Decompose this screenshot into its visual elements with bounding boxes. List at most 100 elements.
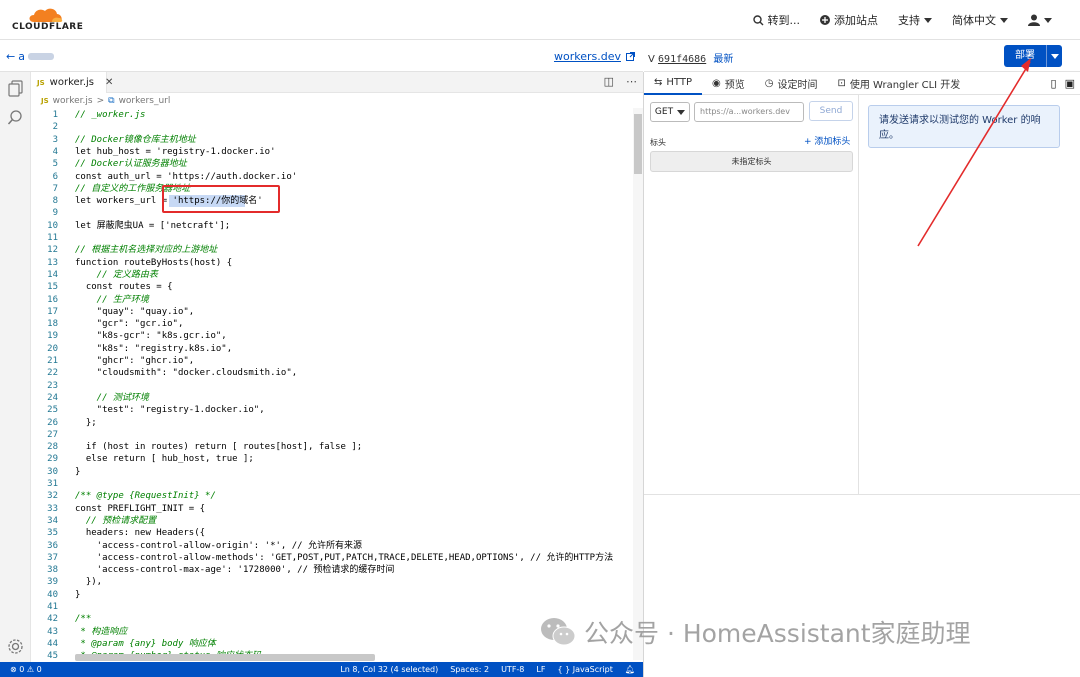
scrollbar-thumb[interactable] <box>634 114 642 174</box>
code-editor[interactable]: 1 // _worker.js 2 3 // Docker镜像仓库主机地址 4 let hu… <box>31 108 632 660</box>
code-line[interactable]: 4 let hub_host = 'registry-1.docker.io' <box>31 146 632 158</box>
deploy-options-button[interactable] <box>1046 45 1062 67</box>
code-line[interactable]: 29 else return [ hub_host, true ]; <box>31 453 632 465</box>
discord-icon[interactable]: ▣ <box>1065 77 1075 90</box>
panel-divider-horizontal[interactable] <box>644 494 1080 495</box>
code-line[interactable]: 12 // 根据主机名选择对应的上游地址 <box>31 244 632 256</box>
add-header-button[interactable]: + 添加标头 <box>804 134 850 147</box>
code-line[interactable]: 31 <box>31 478 632 490</box>
tab-worker-js[interactable]: JS worker.js ✕ <box>31 72 113 93</box>
code-line[interactable]: 19 "k8s-gcr": "k8s.gcr.io", <box>31 330 632 342</box>
book-icon[interactable]: ▯ <box>1051 77 1057 90</box>
watermark-text: 公众号 · HomeAssistant家庭助理 <box>584 619 971 648</box>
code-line[interactable]: 20 "k8s": "registry.k8s.io", <box>31 343 632 355</box>
code-line[interactable]: 3 // Docker镜像仓库主机地址 <box>31 134 632 146</box>
code-line[interactable]: 28 if (host in routes) return [ routes[h… <box>31 441 632 453</box>
code-line[interactable]: 23 <box>31 380 632 392</box>
line-number: 25 <box>47 405 58 416</box>
code-line[interactable]: 9 <box>31 207 632 219</box>
code-line[interactable]: 14 // 定义路由表 <box>31 269 632 281</box>
code-line[interactable]: 26 }; <box>31 417 632 429</box>
line-text: "gcr": "gcr.io", <box>75 319 184 330</box>
code-line[interactable]: 11 <box>31 232 632 244</box>
version-id[interactable]: 691f4686 <box>658 54 706 65</box>
language-menu[interactable]: 简体中文 <box>942 12 1018 28</box>
code-line[interactable]: 37 'access-control-allow-methods': 'GET,… <box>31 552 632 564</box>
problems-indicator[interactable]: ⊗ 0 ⚠ 0 <box>0 665 42 674</box>
code-line[interactable]: 16 // 生产环境 <box>31 294 632 306</box>
code-line[interactable]: 33 const PREFLIGHT_INIT = { <box>31 503 632 515</box>
code-line[interactable]: 34 // 预检请求配置 <box>31 515 632 527</box>
line-number: 14 <box>47 269 58 280</box>
goto-button[interactable]: 转到... <box>743 12 811 28</box>
panel-divider[interactable] <box>858 95 859 494</box>
line-number: 35 <box>47 528 58 539</box>
more-icon[interactable]: ⋯ <box>626 75 637 88</box>
code-line[interactable]: 8 let workers_url = 'https://你的域名' <box>31 195 632 208</box>
code-line[interactable]: 10 let 屏蔽爬虫UA = ['netcraft']; <box>31 220 632 232</box>
split-editor-icon[interactable]: ◫ <box>604 75 614 88</box>
line-text: // Docker镜像仓库主机地址 <box>75 134 196 145</box>
code-line[interactable]: 38 'access-control-max-age': '1728000', … <box>31 564 632 576</box>
workers-dev-link[interactable]: workers.dev <box>554 50 635 63</box>
status-right: Ln 8, Col 32 (4 selected) Spaces: 2 UTF-… <box>340 665 643 674</box>
line-number: 39 <box>47 577 58 588</box>
code-line[interactable]: 25 "test": "registry-1.docker.io", <box>31 404 632 416</box>
url-input[interactable]: https://a...workers.dev <box>694 102 804 122</box>
breadcrumb: JS worker.js > ⧉ workers_url <box>31 94 643 108</box>
line-number: 16 <box>47 294 58 305</box>
line-number: 13 <box>47 257 58 268</box>
indentation[interactable]: Spaces: 2 <box>450 665 489 674</box>
bell-icon[interactable]: 🔔︎ <box>625 665 635 674</box>
code-line[interactable]: 17 "quay": "quay.io", <box>31 306 632 318</box>
cloudflare-logo[interactable]: CLOUDFLARE <box>12 6 83 34</box>
code-line[interactable]: 30} <box>31 466 632 478</box>
files-icon[interactable] <box>7 80 24 97</box>
line-text: // 定义路由表 <box>75 269 158 280</box>
code-line[interactable]: 2 <box>31 121 632 133</box>
code-line[interactable]: 35 headers: new Headers({ <box>31 527 632 539</box>
send-button[interactable]: Send <box>809 101 853 121</box>
http-method-select[interactable]: GET <box>650 102 690 122</box>
tab-schedule[interactable]: ◷ 设定时间 <box>755 72 828 95</box>
method-label: GET <box>654 107 674 117</box>
code-line[interactable]: 13 function routeByHosts(host) { <box>31 257 632 269</box>
tab-http[interactable]: ⇆ HTTP <box>644 72 702 95</box>
code-line[interactable]: 32 /** @type {RequestInit} */ <box>31 490 632 502</box>
code-line[interactable]: 22 "cloudsmith": "docker.cloudsmith.io", <box>31 367 632 379</box>
horizontal-scrollbar[interactable] <box>75 654 375 661</box>
breadcrumb-file[interactable]: worker.js <box>53 96 93 106</box>
close-icon[interactable]: ✕ <box>105 77 113 88</box>
line-number: 43 <box>47 626 58 637</box>
code-line[interactable]: 15 const routes = { <box>31 281 632 293</box>
support-menu[interactable]: 支持 <box>888 12 942 28</box>
code-line[interactable]: 40} <box>31 589 632 601</box>
add-site-button[interactable]: 添加站点 <box>810 12 888 28</box>
code-line[interactable]: 6 const auth_url = 'https://auth.docker.i… <box>31 171 632 183</box>
code-line[interactable]: 18 "gcr": "gcr.io", <box>31 318 632 330</box>
code-line[interactable]: 39 }), <box>31 576 632 588</box>
code-line[interactable]: 24 // 测试环境 <box>31 392 632 404</box>
worker-name: a <box>18 50 25 63</box>
code-line[interactable]: 1 // _worker.js <box>31 109 632 121</box>
code-line[interactable]: 41 <box>31 601 632 613</box>
code-line[interactable]: 27 <box>31 429 632 441</box>
code-line[interactable]: 7// 自定义的工作服务器地址 <box>31 183 632 195</box>
breadcrumb-symbol[interactable]: workers_url <box>119 96 171 106</box>
code-line[interactable]: 5 // Docker认证服务器地址 <box>31 158 632 170</box>
tab-preview[interactable]: ◉ 预览 <box>702 72 755 95</box>
line-number: 15 <box>47 282 58 293</box>
line-number: 32 <box>47 491 58 502</box>
code-line[interactable]: 36 'access-control-allow-origin': '*', /… <box>31 540 632 552</box>
line-ending[interactable]: LF <box>536 665 545 674</box>
language-mode[interactable]: { } JavaScript <box>557 665 612 674</box>
cursor-position[interactable]: Ln 8, Col 32 (4 selected) <box>340 665 438 674</box>
encoding[interactable]: UTF-8 <box>501 665 524 674</box>
search-icon[interactable] <box>7 109 24 126</box>
gear-icon[interactable] <box>7 638 24 655</box>
user-menu[interactable] <box>1018 14 1080 26</box>
editor-scrollbar[interactable] <box>633 108 643 660</box>
back-link[interactable]: ← a <box>6 50 54 63</box>
top-nav: 转到... 添加站点 支持 简体中文 <box>743 0 1080 40</box>
code-line[interactable]: 21 "ghcr": "ghcr.io", <box>31 355 632 367</box>
